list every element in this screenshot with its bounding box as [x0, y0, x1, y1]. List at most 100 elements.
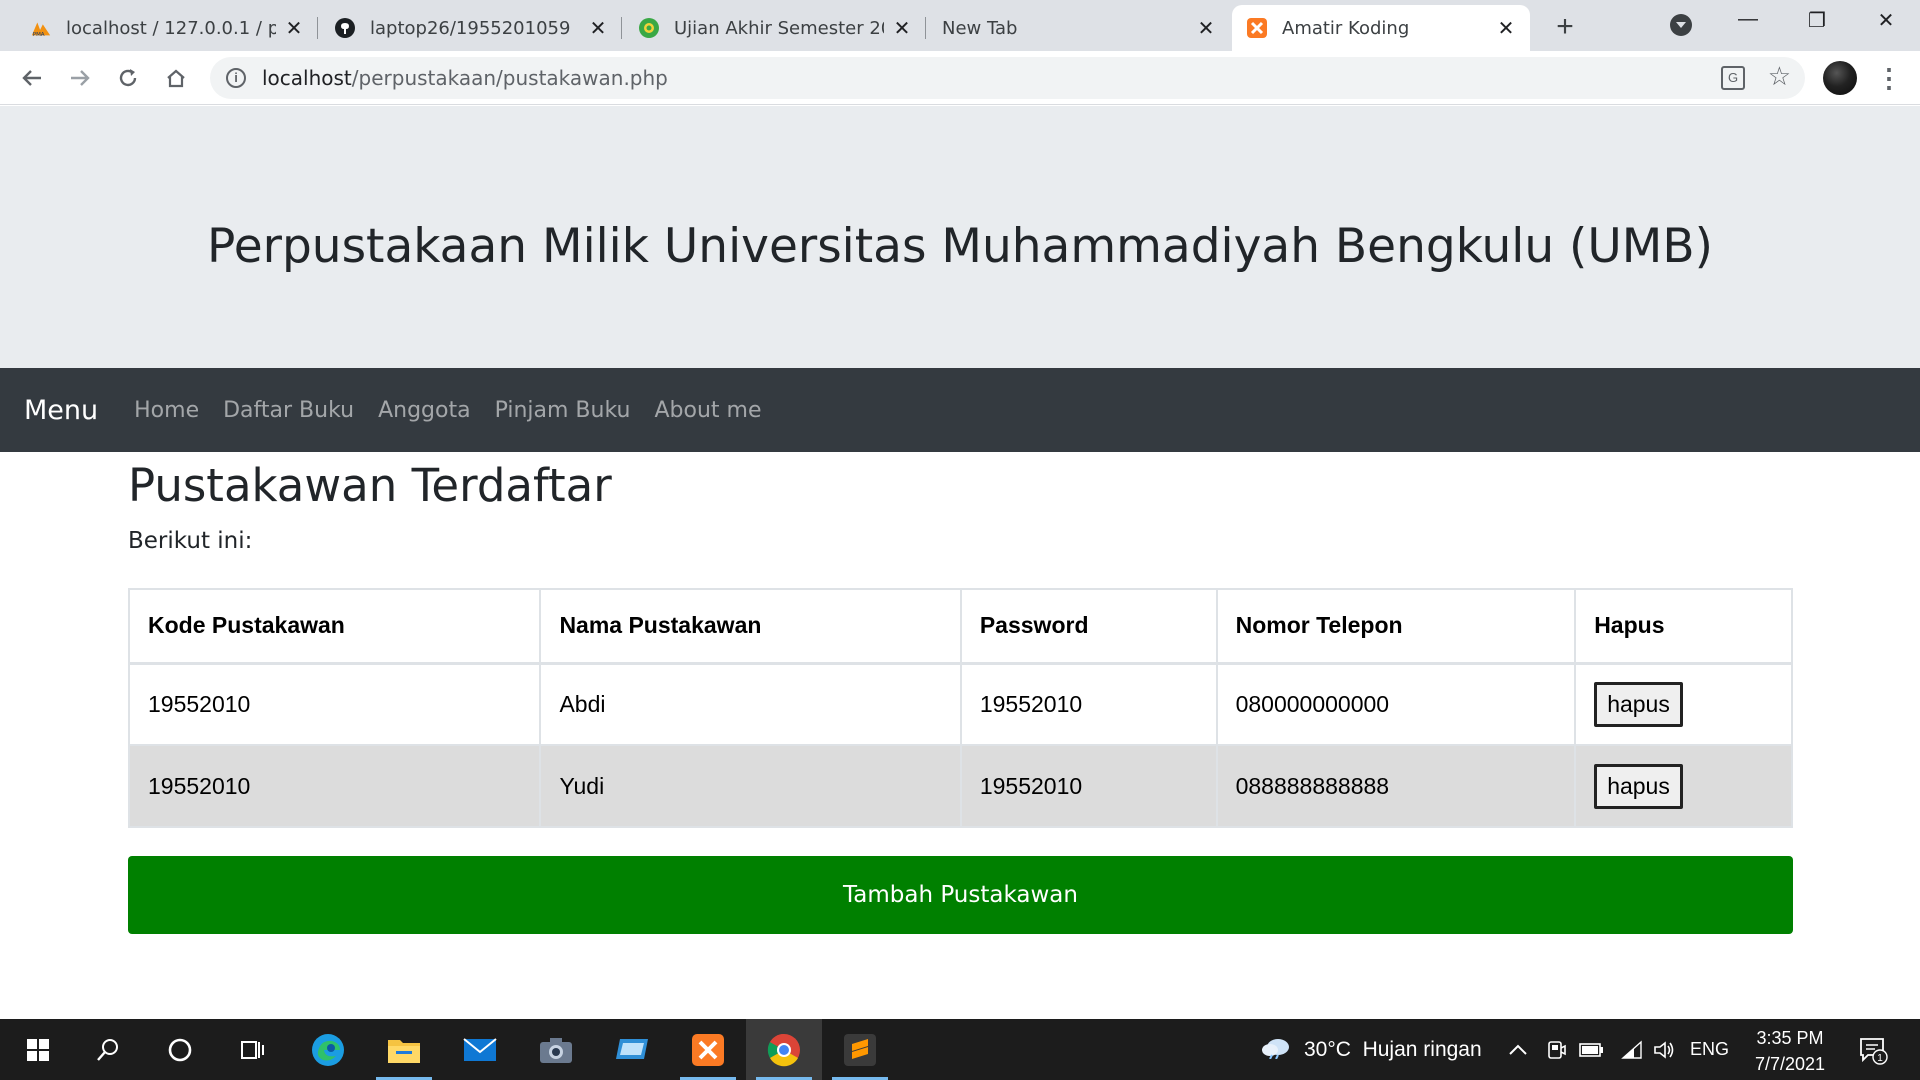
tab-title: localhost / 127.0.0.1 / perp	[66, 17, 276, 39]
cell-kode: 19552010	[127, 662, 542, 746]
reload-icon[interactable]	[112, 62, 144, 94]
close-tab-icon[interactable]: ✕	[892, 16, 912, 41]
xampp-taskbar-icon[interactable]	[670, 1019, 746, 1080]
address-bar[interactable]: i localhost/perpustakaan/pustakawan.php …	[210, 57, 1805, 99]
taskbar-clock[interactable]: 3:35 PM 7/7/2021	[1740, 1025, 1840, 1077]
nav-link-anggota[interactable]: Anggota	[378, 398, 471, 423]
header-nama: Nama Pustakawan	[539, 588, 962, 665]
site-info-icon[interactable]: i	[226, 68, 246, 88]
forward-arrow-icon[interactable]	[64, 62, 96, 94]
close-tab-icon[interactable]: ✕	[284, 16, 304, 41]
tab-search-icon[interactable]	[1670, 14, 1692, 36]
battery-icon[interactable]	[1578, 1019, 1606, 1080]
header-hapus: Hapus	[1574, 588, 1793, 665]
nav-link-daftar-buku[interactable]: Daftar Buku	[223, 398, 354, 423]
mail-icon[interactable]	[442, 1019, 518, 1080]
cell-password: 19552010	[959, 662, 1218, 746]
weather-widget[interactable]: 30°C Hujan ringan	[1260, 1019, 1482, 1080]
cell-telepon: 088888888888	[1215, 744, 1577, 828]
main-container: Pustakawan Terdaftar Berikut ini: Kode P…	[127, 452, 1793, 934]
phpmyadmin-icon: PMA	[30, 17, 52, 39]
header-kode: Kode Pustakawan	[127, 588, 542, 665]
notification-count: 1	[1877, 1053, 1883, 1064]
url-path: /perpustakaan/pustakawan.php	[351, 66, 668, 90]
github-icon	[334, 17, 356, 39]
remote-desktop-icon[interactable]	[594, 1019, 670, 1080]
header-telepon: Nomor Telepon	[1215, 588, 1577, 665]
table-row: 19552010 Abdi 19552010 080000000000 hapu…	[127, 662, 1793, 746]
tab-ujian[interactable]: Ujian Akhir Semester 2020 ✕	[624, 5, 926, 51]
profile-avatar[interactable]	[1823, 61, 1857, 95]
site-title: Perpustakaan Milik Universitas Muhammadi…	[207, 218, 1713, 274]
tab-new-tab[interactable]: New Tab ✕	[928, 5, 1230, 51]
close-tab-icon[interactable]: ✕	[1196, 16, 1216, 41]
cell-hapus: hapus	[1574, 744, 1793, 828]
start-windows-icon[interactable]	[0, 1019, 76, 1080]
page-heading: Pustakawan Terdaftar	[128, 459, 612, 512]
weather-text: 30°C Hujan ringan	[1304, 1037, 1482, 1061]
hapus-button[interactable]: hapus	[1594, 763, 1683, 809]
table-header-row: Kode Pustakawan Nama Pustakawan Password…	[127, 588, 1793, 665]
close-tab-icon[interactable]: ✕	[1496, 16, 1516, 41]
close-tab-icon[interactable]: ✕	[588, 16, 608, 41]
url-host: localhost	[262, 66, 352, 90]
home-icon[interactable]	[160, 62, 192, 94]
minimize-icon[interactable]: —	[1728, 8, 1768, 31]
chrome-taskbar-icon[interactable]	[746, 1019, 822, 1080]
hapus-button[interactable]: hapus	[1594, 681, 1683, 727]
pustakawan-table: Kode Pustakawan Nama Pustakawan Password…	[127, 588, 1793, 828]
windows-taskbar: 30°C Hujan ringan ENG 3:35 PM 7/7/2021 1	[0, 1019, 1920, 1080]
cell-kode: 19552010	[127, 744, 542, 828]
task-view-icon[interactable]	[214, 1019, 290, 1080]
tab-github[interactable]: laptop26/1955201059 ✕	[320, 5, 622, 51]
translate-icon[interactable]: G	[1721, 66, 1745, 90]
intro-text: Berikut ini:	[128, 528, 253, 554]
weather-cloud-icon	[1260, 1035, 1292, 1065]
cortana-icon[interactable]	[142, 1019, 218, 1080]
sublime-text-icon[interactable]	[822, 1019, 898, 1080]
language-indicator[interactable]: ENG	[1690, 1019, 1729, 1080]
tab-title: Ujian Akhir Semester 2020	[674, 17, 884, 39]
nav-link-pinjam-buku[interactable]: Pinjam Buku	[495, 398, 631, 423]
jumbotron: Perpustakaan Milik Universitas Muhammadi…	[0, 106, 1920, 368]
url-text[interactable]: localhost/perpustakaan/pustakawan.php	[262, 66, 668, 90]
nav-link-about-me[interactable]: About me	[654, 398, 761, 423]
back-arrow-icon[interactable]	[16, 62, 48, 94]
browser-menu-icon[interactable]: ⋮	[1876, 63, 1902, 94]
header-password: Password	[959, 588, 1218, 665]
close-window-icon[interactable]: ✕	[1866, 8, 1906, 33]
tambah-pustakawan-button[interactable]: Tambah Pustakawan	[128, 856, 1793, 934]
cell-password: 19552010	[959, 744, 1218, 828]
tab-phpmyadmin[interactable]: PMA localhost / 127.0.0.1 / perp ✕	[16, 5, 318, 51]
svg-text:PMA: PMA	[33, 32, 45, 38]
tab-title: New Tab	[942, 17, 1018, 39]
edge-icon[interactable]	[290, 1019, 366, 1080]
main-navbar: Menu Home Daftar Buku Anggota Pinjam Buk…	[0, 368, 1920, 452]
cell-hapus: hapus	[1574, 662, 1793, 746]
show-hidden-icons-icon[interactable]	[1508, 1019, 1528, 1080]
navbar-brand[interactable]: Menu	[24, 395, 98, 426]
xampp-icon	[1246, 17, 1268, 39]
nav-link-home[interactable]: Home	[134, 398, 199, 423]
tab-title: Amatir Koding	[1282, 17, 1410, 39]
umb-logo-icon	[638, 17, 660, 39]
search-icon[interactable]	[70, 1019, 146, 1080]
meet-now-icon[interactable]	[1545, 1019, 1567, 1080]
cell-telepon: 080000000000	[1215, 662, 1577, 746]
bookmark-star-icon[interactable]: ☆	[1768, 61, 1791, 92]
camera-icon[interactable]	[518, 1019, 594, 1080]
cell-nama: Abdi	[539, 662, 962, 746]
volume-icon[interactable]	[1652, 1019, 1676, 1080]
cell-nama: Yudi	[539, 744, 962, 828]
table-row: 19552010 Yudi 19552010 088888888888 hapu…	[127, 744, 1793, 828]
restore-icon[interactable]: ❐	[1797, 8, 1837, 33]
file-explorer-icon[interactable]	[366, 1019, 442, 1080]
new-tab-button[interactable]: +	[1550, 10, 1580, 44]
tab-title: laptop26/1955201059	[370, 17, 571, 39]
wifi-icon[interactable]	[1620, 1019, 1644, 1080]
action-center-icon[interactable]: 1	[1858, 1019, 1888, 1080]
page-content: Perpustakaan Milik Universitas Muhammadi…	[0, 106, 1920, 1019]
clock-date: 7/7/2021	[1754, 1054, 1826, 1074]
tab-amatir-koding[interactable]: Amatir Koding ✕	[1232, 5, 1530, 51]
clock-time: 3:35 PM	[1756, 1028, 1824, 1048]
